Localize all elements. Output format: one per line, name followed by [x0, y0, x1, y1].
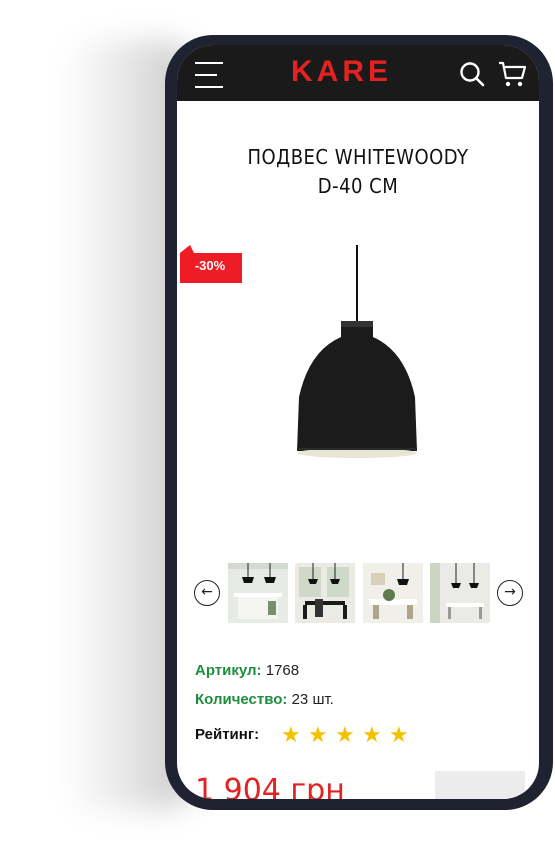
- star-icon[interactable]: ★: [308, 723, 335, 748]
- product-price: 1 904 грн: [195, 773, 345, 799]
- cart-icon[interactable]: [497, 59, 527, 89]
- buy-button[interactable]: [435, 771, 525, 799]
- header-bar: KARE: [177, 45, 539, 101]
- rating-label: Рейтинг:: [195, 726, 260, 743]
- phone-screen: KARE ПОДВЕС WHITEWOODY D-40 СМ -30% ← → …: [177, 45, 539, 799]
- room-thumbnail-1[interactable]: [228, 563, 288, 623]
- quantity-label: Количество:: [195, 691, 288, 708]
- discount-badge: -30%: [194, 258, 226, 273]
- product-title: ПОДВЕС WHITEWOODY D-40 СМ: [177, 143, 539, 201]
- star-icon[interactable]: ★: [362, 723, 389, 748]
- product-image[interactable]: [277, 245, 437, 465]
- sku-label: Артикул:: [195, 662, 262, 679]
- quantity-value: 23 шт.: [291, 691, 334, 708]
- star-icon[interactable]: ★: [389, 723, 416, 748]
- brand-logo[interactable]: KARE: [291, 55, 392, 89]
- product-title-line2: D-40 СМ: [317, 174, 399, 198]
- product-title-line1: ПОДВЕС WHITEWOODY: [247, 145, 469, 169]
- rating-stars[interactable]: ★ ★ ★ ★ ★: [281, 723, 416, 748]
- rating-row: Рейтинг:: [195, 726, 259, 743]
- room-thumbnail-2[interactable]: [295, 563, 355, 623]
- hamburger-icon[interactable]: [195, 62, 225, 88]
- arrow-left-icon[interactable]: ←: [194, 580, 220, 606]
- sku-value: 1768: [265, 662, 300, 679]
- arrow-right-icon[interactable]: →: [497, 580, 523, 606]
- sku-row: Артикул: 1768: [195, 662, 299, 679]
- room-thumbnail-3[interactable]: [363, 563, 423, 623]
- star-icon[interactable]: ★: [335, 723, 362, 748]
- search-icon[interactable]: [459, 61, 485, 87]
- star-icon[interactable]: ★: [281, 723, 308, 748]
- room-thumbnail-4[interactable]: [430, 563, 490, 623]
- quantity-row: Количество: 23 шт.: [195, 691, 334, 708]
